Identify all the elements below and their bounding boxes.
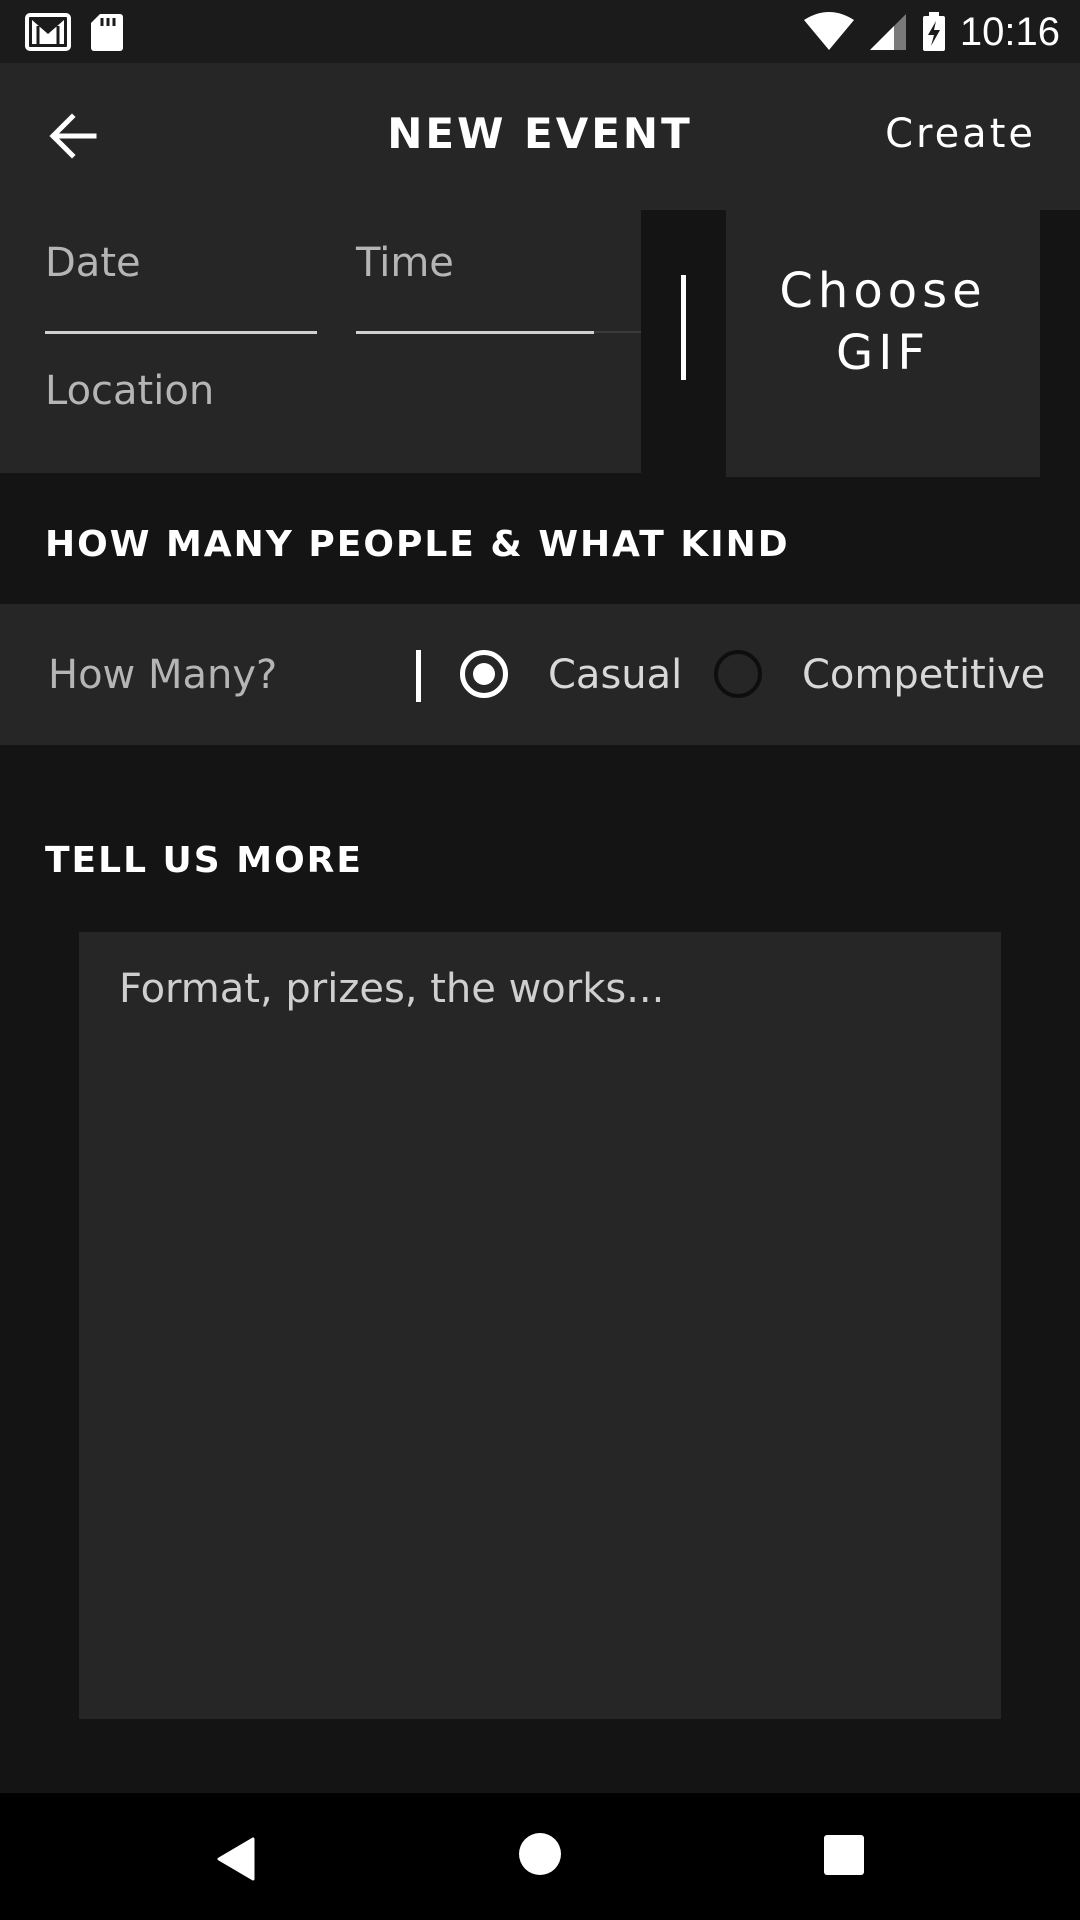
status-bar: 10:16 — [0, 0, 1080, 63]
more-section-heading: TELL US MORE — [45, 840, 363, 881]
text-cursor — [416, 650, 421, 702]
choose-gif-line1: Choose — [779, 263, 987, 319]
location-field[interactable]: Location — [45, 368, 214, 414]
nav-home-icon[interactable] — [519, 1833, 561, 1875]
nav-back-icon[interactable] — [215, 1835, 257, 1883]
time-underline — [356, 331, 594, 334]
wifi-icon — [803, 12, 854, 50]
description-textarea[interactable]: Format, prizes, the works... — [79, 932, 1001, 1719]
choose-gif-label: Choose GIF — [726, 260, 1040, 384]
sd-card-icon — [91, 14, 123, 51]
event-details-card: Date Time Location — [0, 210, 641, 473]
signal-icon — [869, 14, 906, 50]
casual-radio[interactable] — [460, 650, 508, 698]
competitive-label[interactable]: Competitive — [802, 652, 1045, 698]
date-field[interactable]: Date — [45, 240, 141, 286]
app-bar: NEW EVENT Create — [0, 63, 1080, 210]
nav-recents-icon[interactable] — [824, 1835, 864, 1875]
system-nav-bar — [0, 1793, 1080, 1920]
how-many-input[interactable]: How Many? — [48, 652, 277, 698]
battery-charging-icon — [922, 12, 945, 51]
divider — [594, 331, 641, 333]
status-right-icons: 10:16 — [803, 10, 1060, 54]
people-section-heading: HOW MANY PEOPLE & WHAT KIND — [45, 524, 790, 565]
gmail-icon — [25, 13, 71, 51]
casual-label[interactable]: Casual — [548, 652, 682, 698]
date-underline — [45, 331, 317, 334]
choose-gif-line2: GIF — [836, 325, 930, 381]
time-field[interactable]: Time — [356, 240, 454, 286]
choose-gif-button[interactable]: Choose GIF — [726, 210, 1040, 477]
description-placeholder: Format, prizes, the works... — [119, 966, 665, 1012]
create-button[interactable]: Create — [885, 111, 1036, 157]
text-cursor — [681, 275, 686, 380]
people-row: How Many? Casual Competitive — [0, 604, 1080, 745]
competitive-radio[interactable] — [714, 650, 762, 698]
clock: 10:16 — [959, 10, 1060, 54]
status-left-icons — [24, 12, 124, 52]
